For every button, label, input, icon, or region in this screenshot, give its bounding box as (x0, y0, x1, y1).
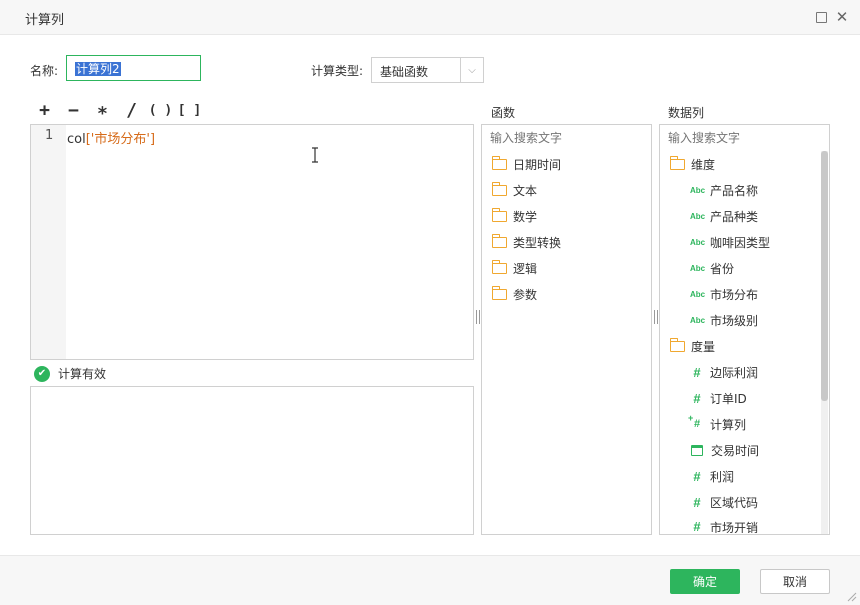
name-input-value: 计算列2 (75, 62, 121, 76)
functions-list: 日期时间 文本 数学 类型转换 逻辑 参数 (482, 151, 651, 307)
hash-icon: # (693, 494, 701, 510)
list-item[interactable]: 日期时间 (491, 151, 651, 177)
list-item[interactable]: # 区域代码 (670, 489, 829, 515)
maximize-icon[interactable] (814, 10, 828, 24)
code-function: col (67, 132, 86, 147)
parentheses-operator-button[interactable]: ( ) (146, 100, 175, 120)
text-type-icon: Abc (690, 263, 706, 273)
folder-icon (491, 259, 507, 274)
plus-operator-button[interactable]: + (30, 100, 59, 121)
list-item[interactable]: Abc 产品名称 (670, 177, 829, 203)
hash-icon: # (693, 468, 701, 484)
multiply-operator-button[interactable]: ∗ (88, 100, 117, 121)
columns-search-input[interactable] (662, 125, 827, 151)
date-icon (691, 444, 703, 456)
cancel-button[interactable]: 取消 (760, 569, 830, 594)
folder-open-icon (669, 337, 685, 352)
calc-type-value: 基础函数 (380, 65, 429, 79)
chevron-down-icon[interactable]: ⌵ (460, 58, 483, 82)
splitter-handle[interactable] (476, 310, 480, 324)
list-item[interactable]: # 订单ID (670, 385, 829, 411)
dialog-footer: 确定 取消 (0, 555, 860, 605)
list-item[interactable]: Abc 产品种类 (670, 203, 829, 229)
type-label: 计算类型: (311, 64, 364, 78)
title-bar: 计算列 ✕ (0, 0, 860, 35)
scrollbar-thumb[interactable] (821, 151, 828, 401)
calc-column-icon: + # (688, 413, 701, 430)
list-item[interactable]: Abc 省份 (670, 255, 829, 281)
columns-panel: 维度 Abc产品名称 Abc产品种类 Abc咖啡因类型 Abc省份 Abc市场分… (659, 124, 830, 535)
calc-type-select[interactable]: 基础函数 ⌵ (371, 57, 484, 83)
folder-icon (491, 233, 507, 248)
functions-title: 函数 (491, 106, 516, 120)
list-item[interactable]: + # 计算列 (670, 411, 829, 437)
functions-search-input[interactable] (484, 125, 649, 151)
group-dimension[interactable]: 维度 (669, 151, 829, 177)
text-type-icon: Abc (690, 315, 706, 325)
hash-icon: # (693, 519, 701, 533)
list-item[interactable]: # 市场开销 (670, 515, 829, 533)
formula-editor[interactable]: 1 col['市场分布'] (30, 124, 474, 360)
folder-open-icon (669, 155, 685, 170)
validation-status: ✔ 计算有效 (34, 365, 106, 382)
hash-icon: # (693, 364, 701, 380)
divide-operator-button[interactable]: / (117, 100, 146, 121)
resize-grip-icon[interactable] (845, 590, 857, 602)
text-type-icon: Abc (690, 185, 706, 195)
name-label: 名称: (30, 64, 59, 78)
columns-scrollbar[interactable] (821, 151, 828, 534)
check-circle-icon: ✔ (34, 365, 50, 382)
columns-search (662, 125, 827, 151)
line-gutter: 1 (31, 125, 66, 359)
formula-code: col['市场分布'] (67, 128, 155, 147)
text-type-icon: Abc (690, 237, 706, 247)
text-type-icon: Abc (690, 289, 706, 299)
list-item[interactable]: Abc 市场级别 (670, 307, 829, 333)
splitter-handle[interactable] (654, 310, 658, 324)
folder-icon (491, 207, 507, 222)
columns-title: 数据列 (668, 106, 705, 120)
hash-icon: # (693, 390, 701, 406)
result-area (30, 386, 474, 535)
text-cursor-icon (312, 147, 318, 163)
list-item[interactable]: Abc 咖啡因类型 (670, 229, 829, 255)
close-icon[interactable]: ✕ (835, 10, 849, 25)
list-item[interactable]: 交易时间 (670, 437, 829, 463)
list-item[interactable]: # 利润 (670, 463, 829, 489)
functions-panel: 日期时间 文本 数学 类型转换 逻辑 参数 (481, 124, 652, 535)
list-item[interactable]: Abc 市场分布 (670, 281, 829, 307)
list-item[interactable]: 逻辑 (491, 255, 651, 281)
columns-list: 维度 Abc 产品名称 Abc 产品种类 Abc 咖啡因类型 Abc 省份 Abc 市场分… (660, 151, 829, 533)
list-item[interactable]: 数学 (491, 203, 651, 229)
code-string: ['市场分布'] (85, 132, 156, 147)
validation-text: 计算有效 (58, 367, 107, 381)
folder-icon (491, 155, 507, 170)
ok-button[interactable]: 确定 (670, 569, 740, 594)
operator-toolbar: + − ∗ / ( ) [ ] (30, 100, 204, 121)
list-item[interactable]: # 边际利润 (670, 359, 829, 385)
list-item[interactable]: 参数 (491, 281, 651, 307)
line-number: 1 (45, 128, 54, 143)
list-item[interactable]: 文本 (491, 177, 651, 203)
group-measure[interactable]: 度量 (669, 333, 829, 359)
brackets-operator-button[interactable]: [ ] (175, 100, 204, 120)
window-title: 计算列 (25, 13, 65, 28)
minus-operator-button[interactable]: − (59, 100, 88, 121)
functions-search (484, 125, 649, 151)
name-input[interactable]: 计算列2 (66, 55, 201, 81)
text-type-icon: Abc (690, 211, 706, 221)
folder-icon (491, 181, 507, 196)
folder-icon (491, 285, 507, 300)
list-item[interactable]: 类型转换 (491, 229, 651, 255)
